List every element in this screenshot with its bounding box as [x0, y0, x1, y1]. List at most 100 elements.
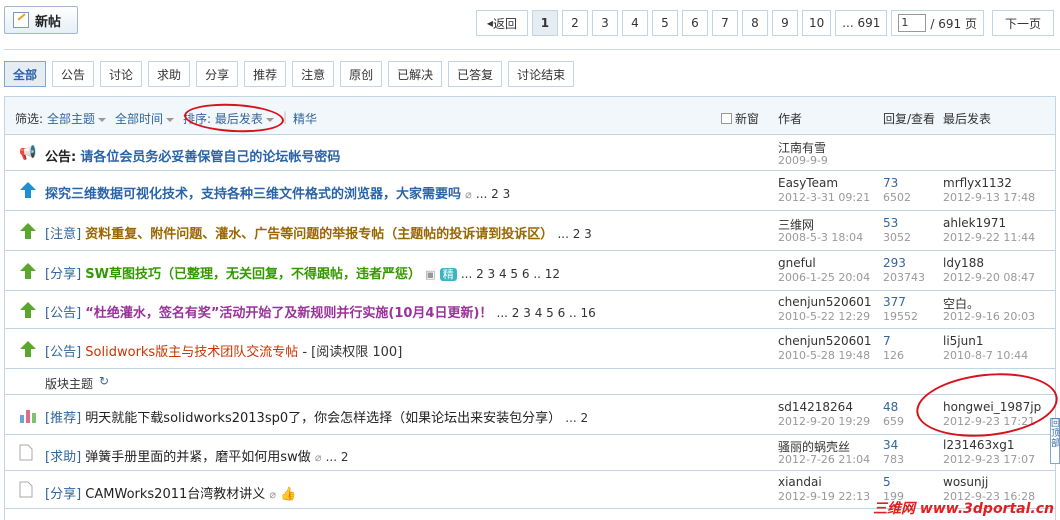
back-button[interactable]: ◂ 返回 [475, 10, 528, 36]
thumbs-up-icon: 👍 [280, 487, 297, 502]
reply-count: 73 [883, 176, 899, 190]
tab-original[interactable]: 原创 [340, 61, 383, 87]
reply-count: 7 [883, 334, 891, 348]
thread-author[interactable]: gneful [778, 256, 816, 270]
page-3[interactable]: 3 [591, 10, 618, 36]
thread-title[interactable]: [分享] CAMWorks2011台湾教材讲义 ⌀ 👍 [45, 483, 296, 502]
page-4[interactable]: 4 [621, 10, 648, 36]
next-page-button[interactable]: 下一页 [991, 10, 1054, 36]
watermark: 三维网 www.3dportal.cn [873, 501, 1054, 517]
reply-count: 48 [883, 400, 899, 414]
chevron-down-icon [166, 117, 175, 122]
tab-solved[interactable]: 已解决 [388, 61, 443, 87]
last-poster[interactable]: hongwei_1987jp [943, 400, 1041, 414]
tab-help[interactable]: 求助 [148, 61, 191, 87]
last-post-time[interactable]: 2012-9-20 08:47 [943, 271, 1035, 284]
thread-date: 2008-5-3 18:04 [778, 231, 864, 244]
last-post-time[interactable]: 2012-9-16 20:03 [943, 310, 1035, 323]
tab-share[interactable]: 分享 [196, 61, 239, 87]
sort-dropdown[interactable]: 排序: 最后发表 [183, 110, 274, 127]
table-row: [推荐] 明天就能下载solidworks2013sp0了，你会怎样选择（如果论… [5, 395, 1055, 435]
last-poster[interactable]: l231463xg1 [943, 438, 1015, 452]
new-window-toggle[interactable]: 新窗 [721, 110, 759, 127]
page-1[interactable]: 1 [531, 10, 558, 36]
thread-title[interactable]: 公告: 请各位会员务必妥善保管自己的论坛帐号密码 [45, 146, 340, 165]
reply-count: 34 [883, 438, 899, 452]
divider [4, 49, 1060, 50]
thread-date: 2006-1-25 20:04 [778, 271, 871, 284]
refresh-icon[interactable]: ↻ [99, 374, 109, 388]
digest-link[interactable]: 精华 [293, 110, 317, 127]
sticky-icon [19, 181, 37, 199]
thread-date: 2010-5-28 19:48 [778, 349, 871, 362]
last-poster[interactable]: wosunjj [943, 475, 988, 489]
attachment-icon: ⌀ [465, 188, 472, 201]
thread-date: 2009-9-9 [778, 154, 828, 167]
thread-author[interactable]: chenjun520601 [778, 295, 872, 309]
filter-topics-dropdown[interactable]: 全部主题 [47, 110, 107, 127]
thread-title[interactable]: [公告] Solidworks版主与技术团队交流专帖 - [阅读权限 100] [45, 341, 402, 360]
reply-count: 293 [883, 256, 906, 270]
last-post-time[interactable]: 2012-9-13 17:48 [943, 191, 1035, 204]
filter-bar: 筛选: 全部主题 全部时间 排序: 最后发表 | 精华 新窗 作者 回复/查看 … [5, 97, 1055, 135]
thread-author[interactable]: chenjun520601 [778, 334, 872, 348]
page-2[interactable]: 2 [561, 10, 588, 36]
column-replies: 回复/查看 [883, 112, 936, 126]
page-jump-input[interactable]: 1 [898, 14, 927, 32]
last-post-time[interactable]: 2012-9-22 11:44 [943, 231, 1035, 244]
poll-icon [19, 407, 37, 425]
page-8[interactable]: 8 [741, 10, 768, 36]
pinned-icon [19, 340, 37, 358]
attachment-icon: ⌀ [269, 488, 277, 501]
last-post-time[interactable]: 2012-9-23 17:21 [943, 415, 1035, 428]
thread-title[interactable]: [推荐] 明天就能下载solidworks2013sp0了，你会怎样选择（如果论… [45, 407, 588, 426]
page-jump: 1 / 691 页 [891, 10, 984, 36]
new-post-button[interactable]: 新帖 [4, 6, 78, 34]
thread-title[interactable]: [分享] SW草图技巧（已整理，无关回复，不得跟帖，违者严惩） ▣ 精 ... … [45, 263, 560, 282]
back-to-top-button[interactable]: 回顶部 [1050, 418, 1060, 464]
thread-author[interactable]: xiandai [778, 475, 822, 489]
tab-answered[interactable]: 已答复 [448, 61, 503, 87]
last-poster[interactable]: mrflyx1132 [943, 176, 1012, 190]
tab-all[interactable]: 全部 [4, 61, 47, 87]
filter-time-dropdown[interactable]: 全部时间 [115, 110, 175, 127]
view-count: 126 [883, 349, 904, 362]
view-count: 783 [883, 453, 904, 466]
last-post-time[interactable]: 2012-9-23 17:07 [943, 453, 1035, 466]
thread-title[interactable]: [公告] “杜绝灌水，签名有奖”活动开始了及新规则并行实施(10月4日更新)！ … [45, 302, 596, 321]
tab-closed[interactable]: 讨论结束 [508, 61, 575, 87]
view-count: 659 [883, 415, 904, 428]
page-9[interactable]: 9 [771, 10, 798, 36]
tab-discussion[interactable]: 讨论 [100, 61, 143, 87]
reply-count: 53 [883, 216, 899, 230]
page-last[interactable]: ... 691 [835, 10, 888, 36]
megaphone-icon: 📢 [19, 145, 37, 161]
pinned-icon [19, 262, 37, 280]
page-5[interactable]: 5 [651, 10, 678, 36]
checkbox[interactable] [721, 113, 732, 124]
digest-badge: 精 [439, 268, 457, 281]
thread-title[interactable]: [求助] 弹簧手册里面的并紧，磨平如何用sw做 ⌀ ... 2 [45, 446, 349, 465]
thread-title[interactable]: [注意] 资料重复、附件问题、灌水、广告等问题的举报专帖（主题帖的投诉请到投诉区… [45, 223, 592, 242]
section-label: 版块主题 [45, 377, 94, 391]
last-poster[interactable]: ldy188 [943, 256, 984, 270]
page-7[interactable]: 7 [711, 10, 738, 36]
last-poster[interactable]: li5jun1 [943, 334, 983, 348]
tab-recommend[interactable]: 推荐 [244, 61, 287, 87]
document-icon [19, 481, 37, 499]
thread-author[interactable]: sd14218264 [778, 400, 853, 414]
page-6[interactable]: 6 [681, 10, 708, 36]
thread-author[interactable]: EasyTeam [778, 176, 838, 190]
tab-announcement[interactable]: 公告 [52, 61, 95, 87]
table-row: [注意] 资料重复、附件问题、灌水、广告等问题的举报专帖（主题帖的投诉请到投诉区… [5, 211, 1055, 251]
page-10[interactable]: 10 [801, 10, 832, 36]
tab-attention[interactable]: 注意 [292, 61, 335, 87]
view-count: 6502 [883, 191, 911, 204]
column-last-post: 最后发表 [943, 112, 992, 126]
last-post-time[interactable]: 2010-8-7 10:44 [943, 349, 1028, 362]
last-poster[interactable]: ahlek1971 [943, 216, 1006, 230]
thread-date: 2012-9-19 22:13 [778, 490, 871, 503]
thread-title[interactable]: 探究三维数据可视化技术，支持各种三维文件格式的浏览器，大家需要吗 ⌀ ... 2… [45, 183, 510, 202]
type-tabs: 全部 公告 讨论 求助 分享 推荐 注意 原创 已解决 已答复 讨论结束 [4, 61, 575, 87]
view-count: 19552 [883, 310, 918, 323]
